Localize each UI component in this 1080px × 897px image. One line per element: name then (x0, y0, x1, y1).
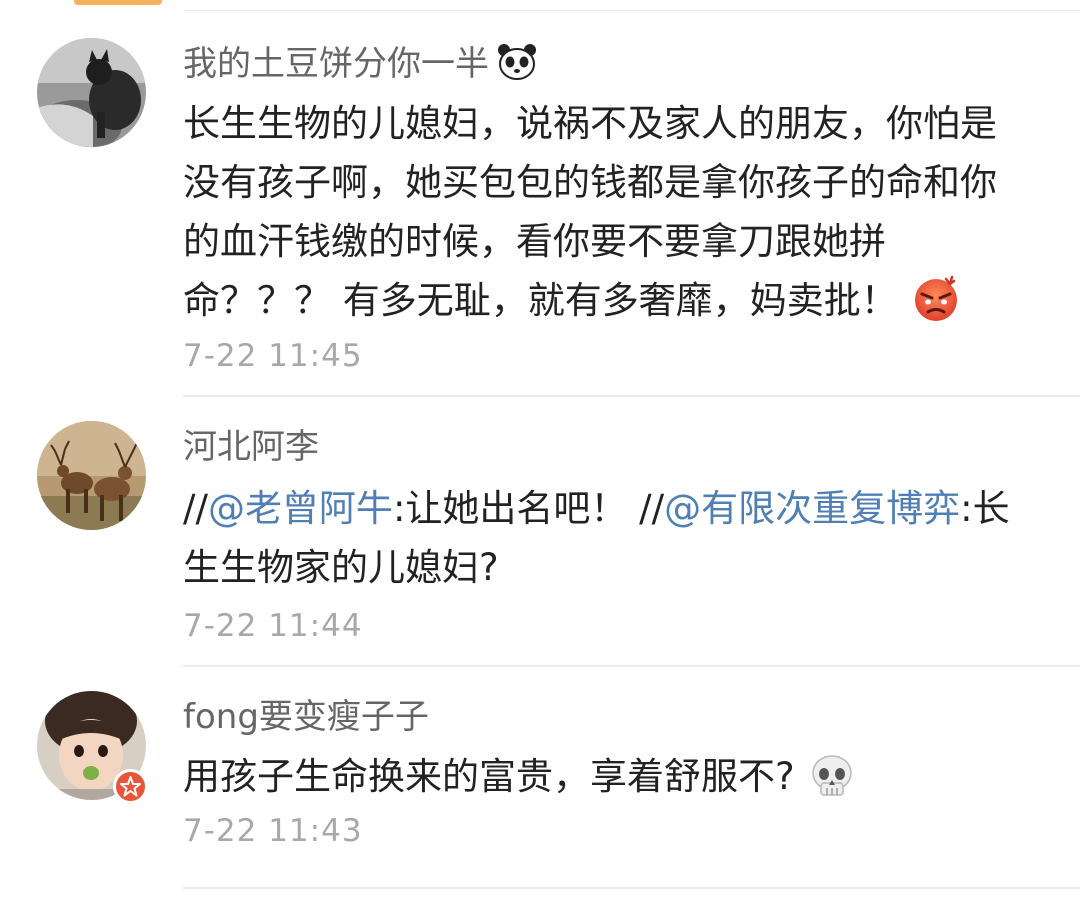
avatar[interactable] (37, 421, 146, 530)
angry-face-icon (912, 275, 960, 340)
comment-username[interactable]: fong要变瘦子子 (183, 695, 429, 739)
comment-content: 用孩子生命换来的富贵，享着舒服不? (183, 747, 1053, 816)
comment-timestamp: 7-22 11:45 (183, 338, 363, 374)
comment-item: 河北阿李 //@老曾阿牛:让她出名吧！ //@有限次重复博弈:长 生生物家的儿媳… (0, 395, 1080, 665)
mention-link[interactable]: @有限次重复博弈 (664, 487, 960, 530)
comment-username[interactable]: 河北阿李 (183, 425, 319, 469)
comment-text-line: 命？？？ 有多无耻，就有多奢靡，妈卖批！ (183, 271, 1053, 340)
comment-timestamp: 7-22 11:44 (183, 608, 363, 644)
comment-timestamp: 7-22 11:43 (183, 813, 363, 849)
comment-item: 我的土豆饼分你一半 长生生物的儿媳妇，说祸不及家人的朋友，你怕是 没有孩子啊，她… (0, 0, 1080, 395)
comment-text-line: 生生物家的儿媳妇? (183, 546, 499, 589)
comment-text-line: 的血汗钱缴的时候，看你要不要拿刀跟她拼 (183, 220, 886, 263)
avatar[interactable] (37, 38, 146, 147)
skull-icon (809, 753, 855, 816)
mention-link[interactable]: @老曾阿牛 (208, 487, 393, 530)
comment-content: //@老曾阿牛:让她出名吧！ //@有限次重复博弈:长 生生物家的儿媳妇? (183, 479, 1053, 597)
text-segment: :长 (960, 487, 1010, 530)
panda-icon (497, 43, 537, 92)
text-segment: // (183, 487, 208, 530)
comment-username[interactable]: 我的土豆饼分你一半 (183, 42, 537, 92)
verified-badge-icon (113, 769, 148, 804)
comment-text-line: //@老曾阿牛:让她出名吧！ //@有限次重复博弈:长 (183, 479, 1053, 538)
comment-text-line: 用孩子生命换来的富贵，享着舒服不? (183, 747, 1053, 816)
text-segment: :让她出名吧！ // (392, 487, 665, 530)
comment-text-line: 长生生物的儿媳妇，说祸不及家人的朋友，你怕是 (183, 102, 997, 145)
comment-list: 我的土豆饼分你一半 长生生物的儿媳妇，说祸不及家人的朋友，你怕是 没有孩子啊，她… (0, 0, 1080, 897)
divider (183, 887, 1080, 889)
comment-text-line: 没有孩子啊，她买包包的钱都是拿你孩子的命和你 (183, 161, 997, 204)
comment-item: fong要变瘦子子 用孩子生命换来的富贵，享着舒服不? 7-22 11:43 (0, 665, 1080, 897)
comment-content: 长生生物的儿媳妇，说祸不及家人的朋友，你怕是 没有孩子啊，她买包包的钱都是拿你孩… (183, 94, 1053, 340)
